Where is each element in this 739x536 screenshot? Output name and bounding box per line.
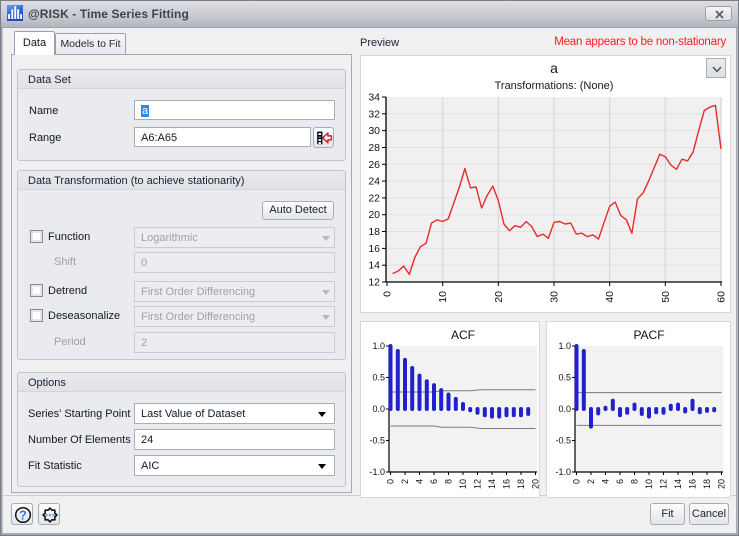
svg-text:20: 20 bbox=[531, 479, 541, 489]
svg-text:20: 20 bbox=[493, 291, 505, 303]
svg-text:50: 50 bbox=[660, 291, 672, 303]
svg-text:0.0: 0.0 bbox=[558, 404, 571, 414]
svg-text:16: 16 bbox=[502, 479, 512, 489]
svg-text:10: 10 bbox=[458, 479, 468, 489]
svg-text:1.0: 1.0 bbox=[558, 341, 571, 351]
svg-text:10: 10 bbox=[644, 479, 654, 489]
svg-text:?: ? bbox=[19, 509, 27, 523]
svg-text:14: 14 bbox=[368, 260, 380, 272]
svg-text:-0.5: -0.5 bbox=[555, 436, 571, 446]
svg-text:40: 40 bbox=[604, 291, 616, 303]
svg-text:28: 28 bbox=[368, 142, 380, 154]
svg-text:16: 16 bbox=[368, 243, 380, 255]
svg-text:0: 0 bbox=[386, 479, 396, 484]
svg-text:30: 30 bbox=[368, 125, 380, 137]
svg-text:30: 30 bbox=[549, 291, 561, 303]
svg-text:32: 32 bbox=[368, 108, 380, 120]
svg-text:2: 2 bbox=[586, 479, 596, 484]
svg-text:8: 8 bbox=[630, 479, 640, 484]
svg-text:60: 60 bbox=[716, 291, 728, 303]
svg-text:6: 6 bbox=[429, 479, 439, 484]
svg-text:18: 18 bbox=[702, 479, 712, 489]
svg-text:0.5: 0.5 bbox=[372, 373, 385, 383]
svg-text:12: 12 bbox=[473, 479, 483, 489]
svg-text:PACF: PACF bbox=[633, 328, 664, 342]
svg-text:22: 22 bbox=[368, 192, 380, 204]
svg-text:26: 26 bbox=[368, 159, 380, 171]
svg-text:4: 4 bbox=[601, 479, 611, 484]
svg-text:-1.0: -1.0 bbox=[369, 467, 385, 477]
svg-text:1.0: 1.0 bbox=[372, 341, 385, 351]
svg-text:14: 14 bbox=[673, 479, 683, 489]
svg-text:16: 16 bbox=[688, 479, 698, 489]
svg-text:34: 34 bbox=[368, 92, 380, 104]
svg-text:4: 4 bbox=[415, 479, 425, 484]
svg-text:14: 14 bbox=[487, 479, 497, 489]
svg-text:8: 8 bbox=[444, 479, 454, 484]
svg-text:18: 18 bbox=[516, 479, 526, 489]
svg-text:0: 0 bbox=[382, 291, 394, 297]
svg-text:0: 0 bbox=[572, 479, 582, 484]
svg-text:ACF: ACF bbox=[451, 328, 475, 342]
svg-text:20: 20 bbox=[368, 209, 380, 221]
svg-text:12: 12 bbox=[659, 479, 669, 489]
svg-text:24: 24 bbox=[368, 176, 380, 188]
svg-text:2: 2 bbox=[400, 479, 410, 484]
svg-text:6: 6 bbox=[615, 479, 625, 484]
svg-text:0.0: 0.0 bbox=[372, 404, 385, 414]
svg-text:-0.5: -0.5 bbox=[369, 436, 385, 446]
svg-text:0.5: 0.5 bbox=[558, 373, 571, 383]
svg-text:20: 20 bbox=[717, 479, 727, 489]
svg-text:12: 12 bbox=[368, 277, 380, 289]
svg-text:-1.0: -1.0 bbox=[555, 467, 571, 477]
svg-text:18: 18 bbox=[368, 226, 380, 238]
svg-text:10: 10 bbox=[437, 291, 449, 303]
